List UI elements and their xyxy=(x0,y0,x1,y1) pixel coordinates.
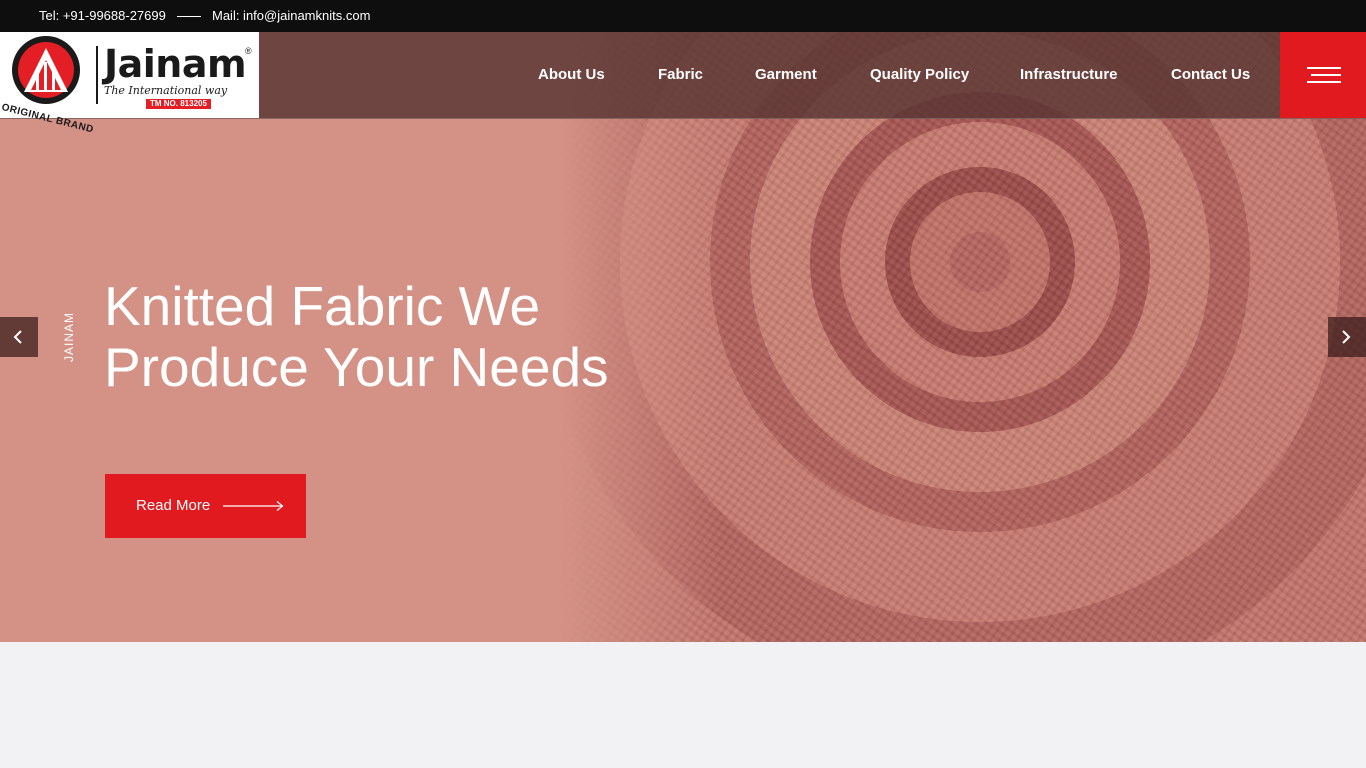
contact-separator xyxy=(177,16,201,17)
chevron-right-icon xyxy=(1342,330,1351,344)
logo[interactable]: ORIGINAL BRAND Jainam ® The Internationa… xyxy=(0,32,259,136)
nav-fabric[interactable]: Fabric xyxy=(658,66,703,83)
logo-brand-name: Jainam xyxy=(104,42,247,86)
nav-garment[interactable]: Garment xyxy=(755,66,817,83)
content-section xyxy=(0,642,1366,768)
site-header: ORIGINAL BRAND Jainam ® The Internationa… xyxy=(0,32,1366,136)
top-contact-bar: Tel: +91-99688-27699 Mail: info@jainamkn… xyxy=(0,0,1366,32)
nav-about-us[interactable]: About Us xyxy=(538,66,605,83)
nav-contact-us[interactable]: Contact Us xyxy=(1171,66,1250,83)
hero-headline-line-2: Produce Your Needs xyxy=(104,336,609,398)
email-address[interactable]: Mail: info@jainamknits.com xyxy=(212,8,370,23)
hamburger-icon xyxy=(1307,67,1341,69)
phone-number[interactable]: Tel: +91-99688-27699 xyxy=(39,8,166,23)
read-more-button[interactable]: Read More xyxy=(105,474,306,538)
hero-headline: Knitted Fabric We Produce Your Needs xyxy=(104,276,664,398)
hamburger-icon-bar xyxy=(1307,81,1341,83)
nav-quality-policy[interactable]: Quality Policy xyxy=(870,66,969,83)
logo-tagline: The International way xyxy=(104,84,228,97)
hero-headline-line-1: Knitted Fabric We xyxy=(104,275,541,337)
logo-divider xyxy=(96,46,98,104)
nav-infrastructure[interactable]: Infrastructure xyxy=(1020,66,1118,83)
read-more-label: Read More xyxy=(136,497,211,514)
menu-button[interactable] xyxy=(1280,32,1366,118)
slider-prev-button[interactable] xyxy=(0,317,38,357)
hamburger-icon-bar xyxy=(1311,74,1341,76)
slider-next-button[interactable] xyxy=(1328,317,1366,357)
long-arrow-right-icon xyxy=(223,501,284,511)
chevron-left-icon xyxy=(13,330,22,344)
logo-trademark-badge: TM NO. 813205 xyxy=(146,99,211,109)
logo-registered-mark: ® xyxy=(245,46,252,56)
hero-vertical-label: JAINAM xyxy=(62,311,76,362)
